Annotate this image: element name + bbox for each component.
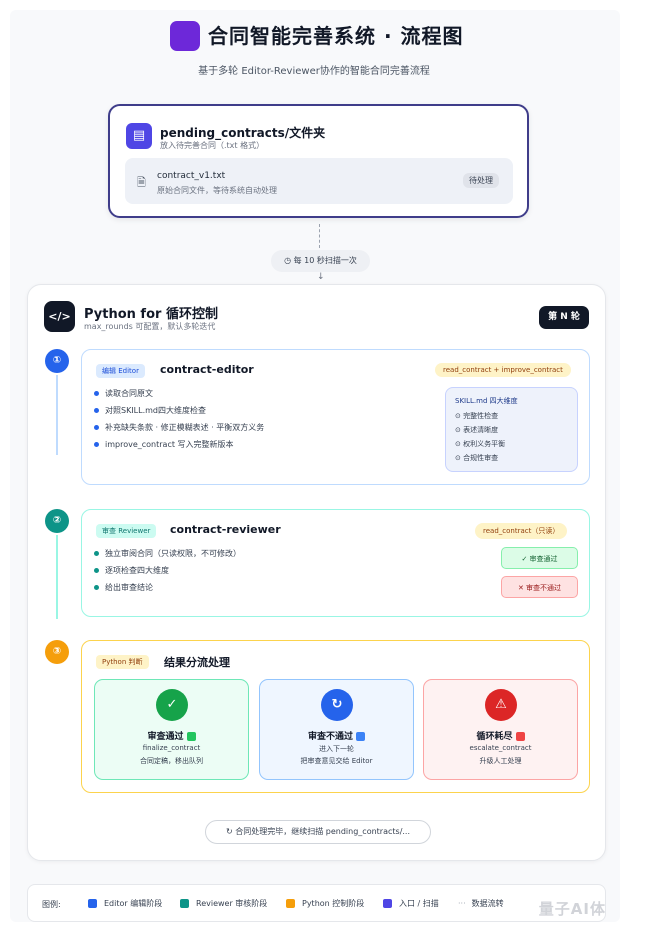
legend: 图例: Editor 编辑阶段 Reviewer 审核阶段 Python 控制阶… — [27, 884, 606, 922]
outcome-line: 把审查意见交给 Editor — [300, 757, 373, 765]
step-1-icon: ① — [45, 349, 69, 373]
skill-item: ⊙ 完整性检查 — [455, 412, 499, 420]
legend-item-python: Python 控制阶段 — [286, 898, 364, 909]
loop-subtitle: max_rounds 可配置，默认多轮迭代 — [84, 322, 216, 331]
warning-icon: ⚠ — [485, 689, 517, 721]
reviewer-stage-card: 审查 Reviewer contract-reviewer read_contr… — [81, 509, 590, 617]
skill-item: ⊙ 合规性审查 — [455, 454, 499, 462]
continue-scan-pill: ↻ 合同处理完毕，继续扫描 pending_contracts/... — [205, 820, 431, 844]
routing-stage-card: Python 判断 结果分流处理 ✓ 审查通过 finalize_contrac… — [81, 640, 590, 793]
editor-stage-card: 编辑 Editor contract-editor read_contract … — [81, 349, 590, 485]
outcome-escalate-card: ⚠ 循环耗尽 escalate_contract 升级人工处理 — [423, 679, 578, 780]
skill-title: SKILL.md 四大维度 — [455, 397, 518, 405]
continue-scan-label: 合同处理完毕，继续扫描 pending_contracts/... — [235, 827, 411, 836]
step-3-icon: ③ — [45, 640, 69, 664]
file-row: 🗎 contract_v1.txt 原始合同文件，等待系统自动处理 待处理 — [125, 158, 513, 204]
loop-title: Python for 循环控制 — [84, 307, 218, 322]
check-circle-icon: ⊙ — [455, 426, 464, 434]
outcome-line: escalate_contract — [469, 744, 532, 752]
routing-title: 结果分流处理 — [164, 656, 230, 669]
review-pass-badge: ✓ 审查通过 — [501, 547, 578, 569]
review-fail-badge: ✕ 审查不通过 — [501, 576, 578, 598]
outcome-line: 进入下一轮 — [319, 745, 354, 753]
loop-container: </> Python for 循环控制 max_rounds 可配置，默认多轮迭… — [27, 284, 606, 861]
clock-icon: ◷ — [284, 256, 294, 265]
file-name: contract_v1.txt — [157, 171, 226, 181]
step-2-icon: ② — [45, 509, 69, 533]
check-circle-icon: ⊙ — [455, 454, 464, 462]
folder-subtitle: 放入待完善合同（.txt 格式） — [160, 141, 265, 150]
skill-dimensions-box: SKILL.md 四大维度 ⊙ 完整性检查 ⊙ 表述清晰度 ⊙ 权利义务平衡 ⊙… — [445, 387, 578, 472]
file-description: 原始合同文件，等待系统自动处理 — [157, 186, 277, 195]
step-2-line — [56, 535, 58, 619]
connector-line — [319, 224, 320, 248]
outcome-pass-card: ✓ 审查通过 finalize_contract 合同定稿，移出队列 — [94, 679, 249, 780]
folder-title: pending_contracts/文件夹 — [160, 126, 326, 140]
legend-label: 图例: — [42, 900, 61, 909]
outcome-line: finalize_contract — [142, 744, 201, 752]
routing-tag: Python 判断 — [96, 655, 149, 669]
code-icon: </> — [44, 301, 75, 332]
legend-item-entry: 入口 / 扫描 — [383, 898, 439, 909]
outcome-line: 合同定稿，移出队列 — [140, 757, 203, 765]
reviewer-bullet: 给出审查结论 — [94, 582, 153, 593]
reviewer-bullet: 独立审阅合同（只读权限，不可修改） — [94, 548, 241, 559]
reviewer-tag: 审查 Reviewer — [96, 524, 157, 538]
editor-io-tag: read_contract + improve_contract — [435, 363, 571, 377]
file-status-badge: 待处理 — [463, 173, 499, 188]
outcome-line: 升级人工处理 — [479, 757, 522, 765]
editor-title: contract-editor — [160, 363, 254, 376]
refresh-icon: ↻ — [321, 689, 353, 721]
check-icon: ✓ — [156, 689, 188, 721]
outcome-title: 循环耗尽 — [424, 729, 577, 742]
refresh-icon: ↻ — [225, 827, 236, 836]
scan-interval-label: 每 10 秒扫描一次 — [293, 256, 357, 265]
input-folder-card: ▤ pending_contracts/文件夹 放入待完善合同（.txt 格式）… — [108, 104, 529, 218]
page-title: 合同智能完善系统 · 流程图 — [208, 24, 464, 48]
watermark: 量子AI体 — [538, 900, 606, 918]
skill-item: ⊙ 权利义务平衡 — [455, 440, 506, 448]
check-icon: ✓ — [521, 555, 530, 563]
editor-bullet: 读取合同原文 — [94, 388, 153, 399]
step-1-line — [56, 375, 58, 455]
check-circle-icon: ⊙ — [455, 440, 464, 448]
editor-bullet: improve_contract 写入完整新版本 — [94, 439, 234, 450]
page-subtitle: 基于多轮 Editor-Reviewer协作的智能合同完善流程 — [198, 66, 430, 77]
arrow-down-icon: ↓ — [317, 272, 325, 282]
reviewer-title: contract-reviewer — [170, 523, 281, 536]
editor-bullet: 补充缺失条款 · 修正模糊表述 · 平衡双方义务 — [94, 422, 264, 433]
folder-icon: ▤ — [126, 123, 152, 149]
legend-item-dataflow: ··· 数据流转 — [458, 899, 504, 908]
legend-item-editor: Editor 编辑阶段 — [88, 898, 162, 909]
outcome-retry-card: ↻ 审查不通过 进入下一轮 把审查意见交给 Editor — [259, 679, 414, 780]
reviewer-io-tag: read_contract（只读） — [475, 523, 568, 539]
round-badge: 第 N 轮 — [539, 306, 589, 329]
app-logo — [170, 21, 200, 51]
outcome-title: 审查不通过 — [260, 729, 413, 742]
cross-icon: ✕ — [517, 584, 527, 592]
check-circle-icon: ⊙ — [455, 412, 464, 420]
editor-bullet: 对照SKILL.md四大维度检查 — [94, 405, 206, 416]
scan-interval-pill: ◷ 每 10 秒扫描一次 — [271, 250, 370, 272]
reviewer-bullet: 逐项检查四大维度 — [94, 565, 169, 576]
editor-tag: 编辑 Editor — [96, 364, 145, 378]
skill-item: ⊙ 表述清晰度 — [455, 426, 499, 434]
document-icon: 🗎 — [137, 176, 146, 189]
outcome-title: 审查通过 — [95, 729, 248, 742]
legend-item-reviewer: Reviewer 审核阶段 — [180, 898, 267, 909]
